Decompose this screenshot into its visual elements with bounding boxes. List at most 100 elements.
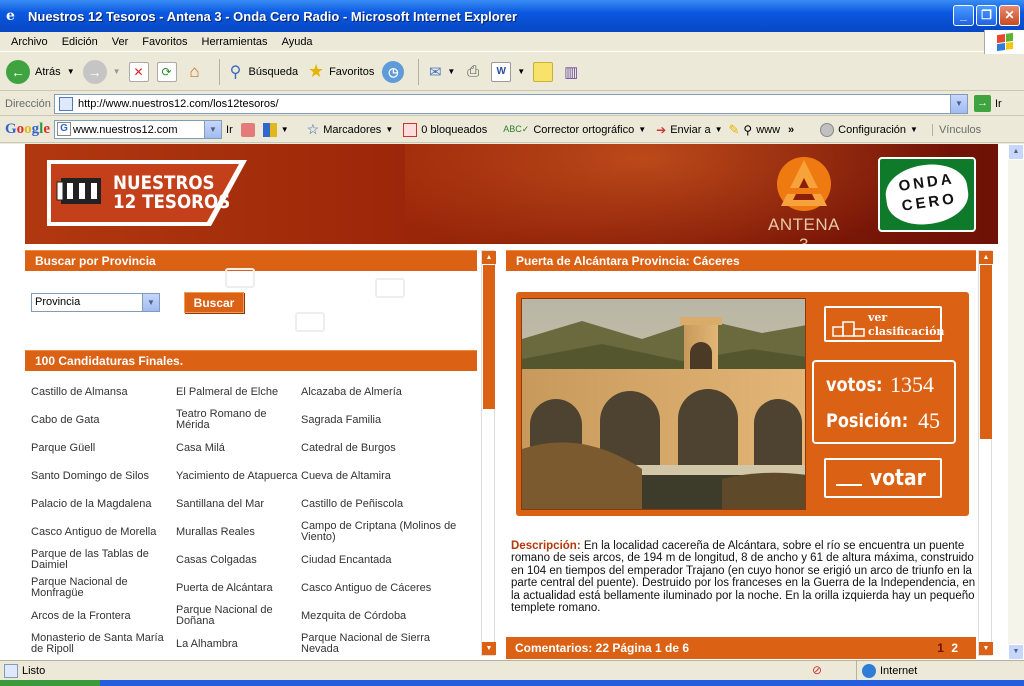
candidate-link[interactable]: Campo de Criptana (Molinos de Viento) [301, 518, 461, 546]
research-icon: ▥ [564, 63, 579, 81]
page-2-link[interactable]: 2 [951, 641, 958, 655]
candidate-link[interactable]: Parque Güell [31, 434, 176, 462]
candidate-link[interactable]: Palacio de la Magdalena [31, 490, 176, 518]
mail-button[interactable]: ✉ ▼ [425, 62, 455, 82]
spellcheck-button[interactable]: ABC✓ Corrector ortográfico ▼ [503, 124, 646, 136]
menu-herramientas[interactable]: Herramientas [195, 36, 275, 48]
chevron-down-icon: ▼ [142, 294, 159, 311]
candidate-link[interactable]: La Alhambra [176, 630, 301, 658]
page-icon [59, 97, 73, 111]
history-icon: ◷ [382, 60, 405, 83]
candidate-link[interactable]: Murallas Reales [176, 518, 301, 546]
candidate-link[interactable]: Ciudad Encantada [301, 546, 461, 574]
menu-ver[interactable]: Ver [105, 36, 136, 48]
onda-cero-logo[interactable]: ONDA CERO [878, 157, 976, 232]
stop-button[interactable]: ✕ [128, 61, 149, 82]
go-button[interactable]: → Ir [974, 95, 1002, 112]
address-bar: Dirección http://www.nuestros12.com/los1… [0, 92, 1024, 116]
www-search-button[interactable]: ⚲ www [743, 123, 780, 137]
candidate-link[interactable]: Casco Antiguo de Morella [31, 518, 176, 546]
minimize-button[interactable]: _ [953, 5, 974, 26]
page-1-link[interactable]: 1 [937, 641, 944, 655]
mail-icon: ✉ [429, 63, 442, 81]
address-input[interactable]: http://www.nuestros12.com/los12tesoros/ … [54, 94, 968, 114]
page-status-icon [4, 664, 18, 678]
links-label[interactable]: Vínculos [931, 123, 981, 136]
address-dropdown-icon[interactable]: ▼ [950, 95, 967, 113]
google-go-button[interactable]: Ir [226, 124, 233, 136]
settings-button[interactable]: Configuración ▼ [820, 122, 918, 137]
back-button[interactable]: ← Atrás ▼ [6, 59, 75, 84]
candidate-link[interactable]: Mezquita de Córdoba [301, 602, 461, 630]
candidate-link[interactable]: Santo Domingo de Silos [31, 462, 176, 490]
send-to-button[interactable]: ➔ Enviar a ▼ [656, 123, 722, 137]
popup-blocker-button[interactable]: 0 bloqueados [403, 122, 487, 137]
candidate-link[interactable]: Teatro Romano de Mérida [176, 406, 301, 434]
candidate-link[interactable]: Casco Antiguo de Cáceres [301, 574, 461, 602]
research-button[interactable]: ▥ [561, 62, 581, 82]
taskbar [0, 680, 1024, 686]
windows-logo-icon [984, 30, 1024, 54]
candidate-link[interactable]: Casas Colgadas [176, 546, 301, 574]
word-icon: W [491, 61, 512, 82]
candidates-scrollbar[interactable]: ▲ ▼ [481, 250, 496, 656]
candidate-link[interactable]: Cueva de Altamira [301, 462, 461, 490]
home-button[interactable]: ⌂ [185, 62, 205, 82]
browser-scrollbar[interactable]: ▲ ▼ [1008, 144, 1024, 660]
candidate-link[interactable]: Arcos de la Frontera [31, 602, 176, 630]
back-arrow-icon: ← [6, 59, 30, 84]
candidate-link[interactable]: Santillana del Mar [176, 490, 301, 518]
popup-blocked-icon [403, 122, 418, 137]
google-options-icon[interactable] [262, 122, 277, 137]
candidate-link[interactable]: Parque Nacional de Sierra Nevada [301, 630, 461, 658]
buscar-button[interactable]: Buscar [184, 292, 244, 313]
start-button[interactable] [0, 680, 100, 686]
menu-bar: Archivo Edición Ver Favoritos Herramient… [0, 32, 1024, 52]
menu-archivo[interactable]: Archivo [4, 36, 55, 48]
logo-text: NUESTROS 12 TESOROS [113, 172, 231, 213]
monument-photo [521, 298, 806, 510]
google-dropdown-icon[interactable]: ▼ [204, 121, 222, 138]
favorites-button[interactable]: ★ Favoritos [306, 61, 374, 82]
ver-clasificacion-button[interactable]: ver clasificación [824, 306, 944, 342]
candidate-link[interactable]: Castillo de Peñiscola [301, 490, 461, 518]
candidate-link[interactable]: Yacimiento de Atapuerca [176, 462, 301, 490]
candidate-link[interactable]: Sagrada Familia [301, 406, 461, 434]
candidate-link[interactable]: Puerta de Alcántara [176, 574, 301, 602]
candidate-link[interactable]: Parque Nacional de Monfragüe [31, 574, 176, 602]
edit-button[interactable]: W ▼ [491, 61, 525, 82]
candidate-link[interactable]: Parque Nacional de Doñana [176, 602, 301, 630]
highlight-button[interactable]: ✎ [728, 122, 739, 138]
candidate-link[interactable]: Parque de las Tablas de Daimiel [31, 546, 176, 574]
find-icon: ⚲ [743, 122, 753, 137]
notes-button[interactable] [533, 61, 554, 82]
candidate-link[interactable]: Casa Milá [176, 434, 301, 462]
search-button[interactable]: ⚲ Búsqueda [226, 62, 298, 82]
print-button[interactable]: ⎙ [463, 62, 483, 82]
antena3-logo[interactable]: ANTENA 3 [763, 154, 845, 244]
history-button[interactable]: ◷ [382, 60, 405, 83]
forward-button[interactable]: → ▼ [82, 59, 121, 84]
position-value: 45 [918, 408, 940, 433]
maximize-button[interactable]: ❐ [976, 5, 997, 26]
candidate-link[interactable]: Alcazaba de Almería [301, 378, 461, 406]
candidate-link[interactable]: El Palmeral de Elche [176, 378, 301, 406]
menu-ayuda[interactable]: Ayuda [275, 36, 320, 48]
menu-edicion[interactable]: Edición [55, 36, 105, 48]
send-icon: ➔ [656, 122, 667, 137]
bookmarks-button[interactable]: ☆ Marcadores ▼ [307, 121, 394, 138]
menu-favoritos[interactable]: Favoritos [135, 36, 194, 48]
votar-button[interactable]: votar [824, 458, 942, 498]
google-search-input[interactable]: G www.nuestros12.com ▼ [54, 120, 223, 139]
google-news-icon[interactable] [240, 122, 255, 137]
refresh-button[interactable]: ⟳ [156, 61, 177, 82]
candidate-link[interactable]: Castillo de Almansa [31, 378, 176, 406]
province-select[interactable]: Provincia ▼ [31, 293, 160, 312]
more-chevron-icon[interactable]: » [788, 124, 794, 136]
detail-scrollbar[interactable]: ▲ ▼ [978, 250, 993, 656]
candidate-link[interactable]: Cabo de Gata [31, 406, 176, 434]
candidate-link[interactable]: Monasterio de Santa María de Ripoll [31, 630, 176, 658]
candidate-link[interactable]: Catedral de Burgos [301, 434, 461, 462]
printer-icon: ⎙ [467, 63, 480, 80]
close-button[interactable]: ✕ [999, 5, 1020, 26]
